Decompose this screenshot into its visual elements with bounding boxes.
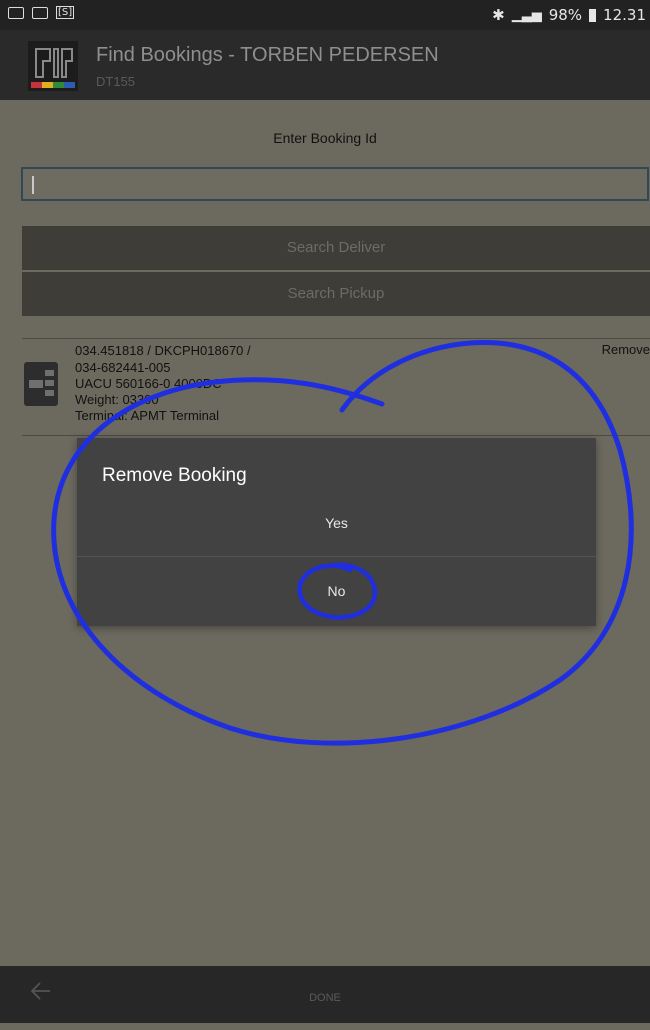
booking-line: 034-682441-005 <box>75 360 171 375</box>
screenshot-notification-icon <box>32 6 48 19</box>
logo-stripe-blue <box>64 82 75 88</box>
search-deliver-button[interactable]: Search Deliver <box>22 226 650 270</box>
booking-line: UACU 560166-0 4000DC <box>75 376 222 391</box>
no-button[interactable]: No <box>77 558 596 624</box>
app-bar: Find Bookings - TORBEN PEDERSEN DT155 <box>0 30 650 100</box>
dialog-separator <box>77 556 596 557</box>
yes-button[interactable]: Yes <box>77 490 596 556</box>
booking-line: 034.451818 / DKCPH018670 / <box>75 343 251 358</box>
bottom-nav-bar: DONE <box>0 966 650 1023</box>
app-title: Find Bookings - TORBEN PEDERSEN <box>96 44 439 66</box>
remove-link[interactable]: Remove <box>602 342 650 357</box>
logo-stripe-red <box>31 82 42 88</box>
booking-list-item[interactable]: 034.451818 / DKCPH018670 / 034-682441-00… <box>22 342 650 434</box>
app-subtitle: DT155 <box>96 74 136 89</box>
search-pickup-button[interactable]: Search Pickup <box>22 272 650 316</box>
logo-stripe-green <box>53 82 64 88</box>
booking-line: Terminal: APMT Terminal <box>75 408 220 423</box>
dialog-title: Remove Booking <box>102 465 247 486</box>
battery-percent: 98% <box>548 6 583 24</box>
truck-icon <box>24 362 58 406</box>
booking-line: Weight: 03300 <box>75 392 159 407</box>
image-notification-icon <box>8 6 24 19</box>
list-divider-bottom <box>22 435 650 436</box>
remove-booking-dialog: Remove Booking Yes No <box>77 438 596 626</box>
list-divider-top <box>22 338 650 339</box>
signal-icon: ▁▃▅ <box>511 7 542 23</box>
battery-icon <box>589 8 597 22</box>
text-cursor <box>32 176 34 194</box>
booking-id-input[interactable] <box>21 167 649 201</box>
s-notification-icon: [S] <box>56 6 75 19</box>
done-button[interactable]: DONE <box>0 966 650 1030</box>
booking-id-label: Enter Booking Id <box>273 130 377 146</box>
status-bar: [S] ✱ ▁▃▅ 98% 12.31 <box>0 0 650 30</box>
clock: 12.31 <box>603 6 646 24</box>
app-logo <box>28 41 78 91</box>
logo-stripe-yellow <box>42 82 53 88</box>
bluetooth-icon: ✱ <box>492 6 505 24</box>
